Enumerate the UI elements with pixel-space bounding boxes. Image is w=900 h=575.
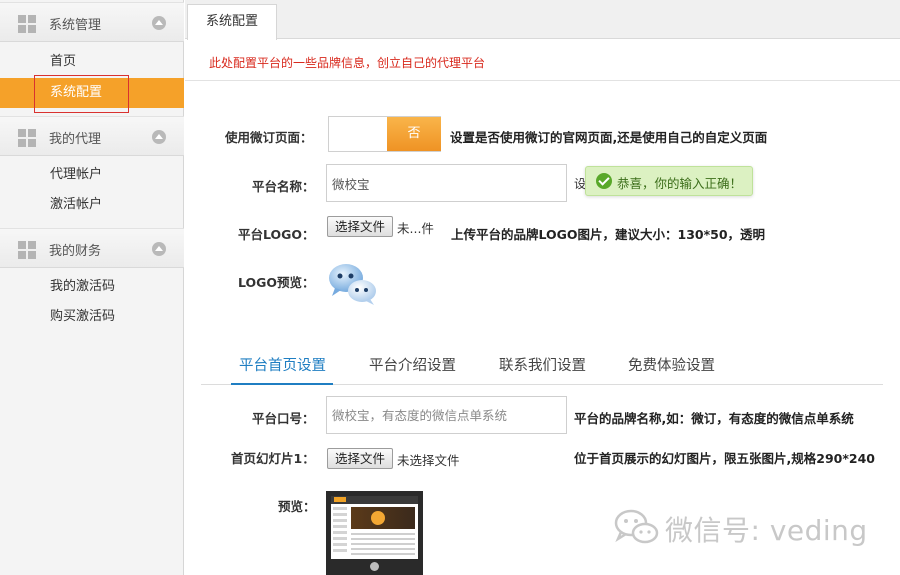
success-tooltip: 恭喜，你的输入正确！ [585, 166, 753, 196]
logo-preview-label: LOGO预览： [238, 275, 315, 290]
sidebar-item-agent-accounts[interactable]: 代理帐户 [0, 160, 184, 190]
active-tab-indicator [231, 383, 333, 385]
sidebar-section-system[interactable]: 系统管理 [0, 2, 184, 42]
platform-name-label: 平台名称： [252, 179, 315, 194]
slide-file-status: 未选择文件 [397, 453, 460, 468]
platform-name-input[interactable] [326, 164, 567, 202]
sidebar-section-finance[interactable]: 我的财务 [0, 228, 184, 268]
tab-intro-settings[interactable]: 平台介绍设置 [369, 354, 456, 375]
toggle-knob[interactable]: 否 [387, 117, 441, 151]
use-page-hint: 设置是否使用微订的官网页面,还是使用自己的自定义页面 [450, 130, 768, 145]
collapse-arrow-icon[interactable] [152, 242, 166, 256]
platform-logo-label: 平台LOGO： [238, 227, 315, 242]
sidebar-item-my-codes[interactable]: 我的激活码 [0, 272, 184, 302]
divider [185, 80, 900, 81]
highlight-box [34, 75, 129, 113]
tab-system-config[interactable]: 系统配置 [187, 4, 277, 40]
tab-bar: 系统配置 [185, 0, 900, 40]
collapse-arrow-icon[interactable] [152, 130, 166, 144]
sidebar-item-home[interactable]: 首页 [0, 47, 184, 77]
slide-preview-image [326, 491, 423, 575]
sidebar-section-agent[interactable]: 我的代理 [0, 116, 184, 156]
tab-trial-settings[interactable]: 免费体验设置 [628, 354, 715, 375]
notice-text: 此处配置平台的一些品牌信息，创立自己的代理平台 [209, 56, 486, 70]
slogan-hint: 平台的品牌名称,如：微订，有态度的微信点单系统 [574, 411, 854, 426]
logo-file-status: 未...件 [397, 221, 434, 236]
success-tooltip-text: 恭喜，你的输入正确！ [617, 176, 743, 191]
wechat-watermark-icon [614, 509, 659, 544]
use-page-toggle[interactable]: 否 [328, 116, 441, 152]
choose-slide-file-button[interactable]: 选择文件 [327, 448, 394, 469]
sidebar: 系统管理 首页 系统配置 我的代理 代理帐户 激活帐户 我的财务 我的激活码 购… [0, 0, 184, 575]
sidebar-item-buy-codes[interactable]: 购买激活码 [0, 302, 184, 332]
sidebar-section-title: 我的代理 [49, 132, 102, 147]
collapse-arrow-icon[interactable] [152, 16, 166, 30]
grid-icon [18, 241, 36, 259]
sidebar-section-title: 系统管理 [49, 18, 102, 33]
slide1-hint: 位于首页展示的幻灯图片，限五张图片,规格290*240 [574, 451, 875, 466]
slogan-label: 平台口号： [252, 411, 315, 426]
slide1-label: 首页幻灯片1： [231, 451, 315, 466]
use-page-label: 使用微订页面： [225, 130, 313, 145]
main-content: 系统配置 此处配置平台的一些品牌信息，创立自己的代理平台 使用微订页面： 否 设… [185, 0, 900, 575]
sidebar-section-title: 我的财务 [49, 244, 102, 259]
slide-preview-label: 预览： [278, 499, 316, 514]
check-icon [596, 173, 612, 189]
platform-logo-hint: 上传平台的品牌LOGO图片，建议大小：130*50，透明 [451, 227, 766, 242]
tab-contact-settings[interactable]: 联系我们设置 [499, 354, 586, 375]
choose-logo-file-button[interactable]: 选择文件 [327, 216, 394, 237]
tab-home-settings[interactable]: 平台首页设置 [239, 354, 326, 375]
slogan-input[interactable] [326, 396, 567, 434]
grid-icon [18, 129, 36, 147]
apple-icon [370, 562, 379, 571]
sidebar-item-activated-accounts[interactable]: 激活帐户 [0, 190, 184, 220]
watermark-text: 微信号: veding [665, 514, 868, 547]
watermark: 微信号: veding [612, 507, 892, 547]
grid-icon [18, 15, 36, 33]
wechat-logo-image [326, 262, 380, 306]
